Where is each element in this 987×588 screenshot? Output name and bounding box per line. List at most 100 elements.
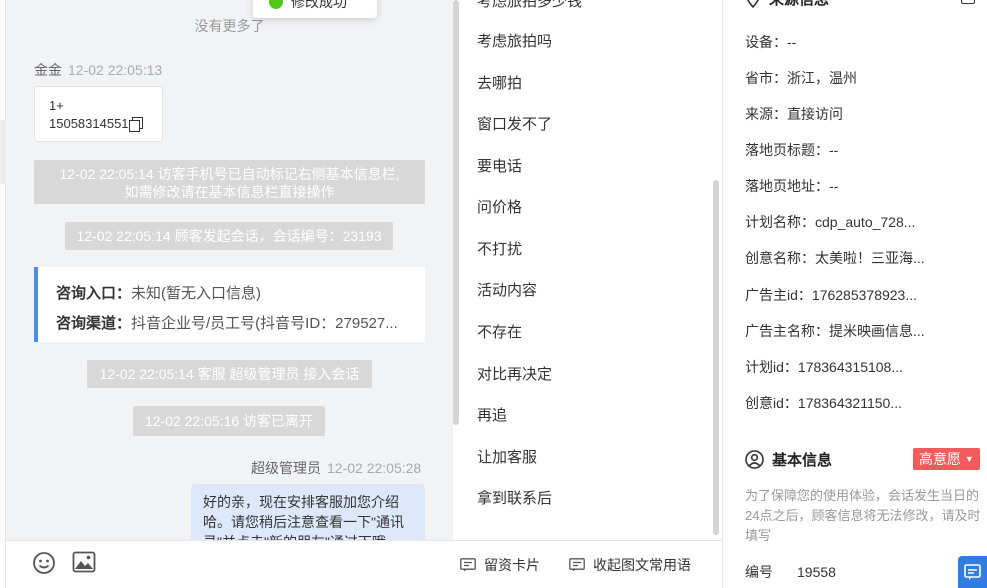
input-toolbar: 留资卡片 收起图文常用语 <box>6 540 722 588</box>
info-value: 直接访问 <box>787 106 843 122</box>
info-row-device: 设备：-- <box>745 32 796 52</box>
phrase-item[interactable]: 考虑旅拍吗 <box>477 30 552 51</box>
system-notice: 12-02 22:05:14 访客手机号已自动标记右侧基本信息栏, 如需修改请在… <box>34 160 425 204</box>
info-label: 创意id： <box>745 395 798 411</box>
info-value: cdp_auto_728... <box>815 214 916 230</box>
info-value: 提米映画信息... <box>829 323 925 339</box>
phrase-item[interactable]: 活动内容 <box>477 279 537 300</box>
info-label: 省市： <box>745 70 787 86</box>
phrase-scrollbar[interactable] <box>713 180 719 535</box>
info-row-source: 来源：直接访问 <box>745 104 843 124</box>
info-row-creative-id: 创意id：178364321150... <box>745 393 902 413</box>
info-row-city: 省市：浙江，温州 <box>745 68 857 88</box>
info-label: 创意名称： <box>745 250 815 266</box>
message-line: 1+ <box>49 98 64 113</box>
info-value: -- <box>787 34 797 50</box>
phrase-item[interactable]: 要电话 <box>477 155 522 176</box>
channel-value: 抖音企业号/员工号(抖音号ID：279527... <box>131 315 398 332</box>
info-value: 178364321150... <box>797 395 902 411</box>
card-icon <box>569 558 585 572</box>
copy-icon[interactable] <box>128 117 143 132</box>
collapse-phrases-label: 收起图文常用语 <box>593 557 691 573</box>
phrase-item[interactable]: 对比再决定 <box>477 363 552 384</box>
app-root: 没有更多了 金金 12-02 22:05:13 1+ 15058314551 12… <box>0 0 987 588</box>
info-row-landing-title: 落地页标题：-- <box>745 140 838 160</box>
info-label: 计划id： <box>745 359 798 375</box>
phone-number: 15058314551 <box>49 116 129 131</box>
message-sender: 超级管理员 12-02 22:05:28 <box>251 458 421 478</box>
collapse-phrases-button[interactable]: 收起图文常用语 <box>569 555 691 575</box>
info-value: -- <box>829 142 839 158</box>
info-value: 19558 <box>797 564 836 580</box>
success-toast: 修改成功 <box>253 0 377 18</box>
location-icon <box>747 0 759 8</box>
source-info-header: 来源信息 <box>745 0 829 9</box>
info-label: 计划名称： <box>745 214 815 230</box>
message-time: 12-02 22:05:28 <box>327 460 422 476</box>
customer-info-panel: 来源信息 设备：-- 省市：浙江，温州 来源：直接访问 落地页标题：-- 落地页… <box>723 0 987 588</box>
toast-text: 修改成功 <box>291 0 347 10</box>
phrase-item[interactable]: 让加客服 <box>477 446 537 467</box>
info-label: 落地页标题： <box>745 142 829 158</box>
info-label: 编号 <box>745 564 773 580</box>
basic-info-header: 基本信息 <box>745 449 832 470</box>
info-row-landing-url: 落地页地址：-- <box>745 176 838 196</box>
info-row-creative-name: 创意名称：太美啦！三亚海... <box>745 248 925 268</box>
info-row-advertiser-id: 广告主id：176285378923... <box>745 285 917 305</box>
intent-badge[interactable]: 高意愿 ▼ <box>913 448 980 470</box>
quick-phrase-list: 考虑旅拍多少钱 考虑旅拍吗 去哪拍 窗口发不了 要电话 问价格 不打扰 活动内容… <box>459 0 713 540</box>
lead-card-label: 留资卡片 <box>484 557 540 573</box>
info-value: 浙江，温州 <box>787 70 857 86</box>
phrase-item[interactable]: 窗口发不了 <box>477 113 552 134</box>
sender-name: 超级管理员 <box>251 460 321 476</box>
sender-name: 金金 <box>34 62 62 78</box>
system-notice: 12-02 22:05:16 访客已离开 <box>133 406 325 436</box>
edit-icon[interactable] <box>961 0 975 4</box>
info-row-advertiser-name: 广告主名称：提米映画信息... <box>745 321 925 341</box>
lead-card-button[interactable]: 留资卡片 <box>460 555 540 575</box>
intent-badge-label: 高意愿 <box>919 451 961 467</box>
info-row-plan-name: 计划名称：cdp_auto_728... <box>745 212 915 232</box>
info-value: 178364315108... <box>797 359 904 375</box>
chat-panel[interactable]: 没有更多了 金金 12-02 22:05:13 1+ 15058314551 12… <box>6 0 453 540</box>
edit-hint: 为了保障您的使用体验，会话发生当日的24点之后，顾客信息将无法修改，请及时填写 <box>745 488 981 543</box>
message-icon <box>964 564 981 580</box>
info-value: 176285378923... <box>811 287 918 303</box>
info-row-plan-id: 计划id：178364315108... <box>745 357 903 377</box>
info-label: 广告主名称： <box>745 323 829 339</box>
info-value: 太美啦！三亚海... <box>815 250 925 266</box>
card-icon <box>460 558 476 572</box>
info-label: 广告主id： <box>745 287 812 303</box>
info-label: 来源： <box>745 106 787 122</box>
image-icon[interactable] <box>72 551 96 576</box>
caret-down-icon: ▼ <box>964 454 974 464</box>
phrase-item[interactable]: 去哪拍 <box>477 72 522 93</box>
info-value: -- <box>829 178 839 194</box>
phrase-item[interactable]: 不打扰 <box>477 238 522 259</box>
system-notice: 12-02 22:05:14 客服 超级管理员 接入会话 <box>87 360 372 388</box>
phrase-item[interactable]: 再追 <box>477 404 507 425</box>
success-icon <box>269 0 283 9</box>
info-row-number: 编号 19558 <box>745 562 836 582</box>
source-info-title: 来源信息 <box>769 0 829 9</box>
no-more-text: 没有更多了 <box>194 18 265 34</box>
phrase-item[interactable]: 拿到联系后 <box>477 487 552 508</box>
smile-icon[interactable] <box>32 551 56 578</box>
phrase-item[interactable]: 不存在 <box>477 321 522 342</box>
message-time: 12-02 22:05:13 <box>68 62 163 78</box>
user-icon <box>745 450 764 469</box>
chat-float-button[interactable] <box>958 556 987 588</box>
entry-value: 未知(暂无入口信息) <box>131 285 262 302</box>
system-notice: 12-02 22:05:14 顾客发起会话，会话编号：23193 <box>65 222 393 250</box>
phrase-item[interactable]: 考虑旅拍多少钱 <box>477 0 582 11</box>
basic-info-title: 基本信息 <box>772 452 833 469</box>
message-sender: 金金 12-02 22:05:13 <box>34 60 162 80</box>
system-notice-line: 12-02 22:05:14 访客手机号已自动标记右侧基本信息栏, <box>59 166 400 182</box>
entry-label: 咨询入口： <box>56 285 132 302</box>
info-label: 落地页地址： <box>745 178 829 194</box>
consult-info-card: 咨询入口：未知(暂无入口信息) 咨询渠道：抖音企业号/员工号(抖音号ID：279… <box>34 267 425 342</box>
channel-label: 咨询渠道： <box>56 315 132 332</box>
phrase-item[interactable]: 问价格 <box>477 196 522 217</box>
visitor-message-bubble: 1+ 15058314551 <box>34 86 163 142</box>
agent-message-bubble: 好的亲，现在安排客服加您介绍哈。请您稍后注意查看一下"通讯录"并点击"新的朋友"… <box>191 484 425 540</box>
